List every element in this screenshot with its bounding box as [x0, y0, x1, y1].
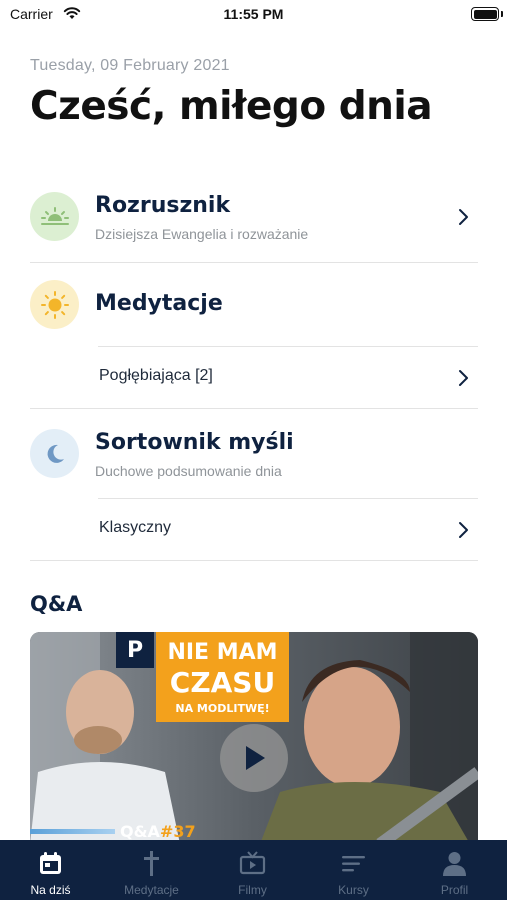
poglebiajaca-label: Pogłębiająca [2]	[99, 367, 213, 384]
tab-filmy[interactable]: Filmy	[202, 840, 303, 900]
battery-icon	[471, 7, 499, 21]
divider	[98, 346, 478, 347]
rozrusznik-title: Rozrusznik	[95, 193, 231, 218]
poglebiajaca-row[interactable]: Pogłębiająca [2]	[30, 360, 478, 394]
caption-accent-bar	[30, 829, 115, 834]
list-icon	[342, 856, 365, 872]
video-caption-number: #37	[159, 822, 196, 841]
moon-icon	[30, 429, 79, 478]
tab-label: Profil	[440, 883, 469, 897]
date-label: Tuesday, 09 February 2021	[30, 57, 230, 74]
video-caption: Q&A#37	[120, 822, 196, 841]
sortownik-title: Sortownik myśli	[95, 430, 294, 455]
calendar-icon	[40, 852, 61, 874]
person-icon	[443, 852, 466, 876]
tab-na-dzis[interactable]: Na dziś	[0, 840, 101, 900]
rozrusznik-subtitle: Dzisiejsza Ewangelia i rozważanie	[95, 226, 309, 242]
cross-icon	[144, 851, 159, 876]
sortownik-section: Sortownik myśli Duchowe podsumowanie dni…	[30, 429, 478, 485]
tab-label: Filmy	[238, 883, 267, 897]
divider	[30, 262, 478, 263]
play-button[interactable]	[220, 724, 288, 792]
chevron-right-icon	[459, 522, 468, 538]
divider	[98, 498, 478, 499]
medytacje-title: Medytacje	[95, 291, 223, 316]
qa-section-title: Q&A	[30, 592, 83, 616]
tab-label: Medytacje	[124, 883, 179, 897]
video-title-banner: NIE MAM CZASU NA MODLITWĘ!	[156, 632, 289, 722]
chevron-right-icon	[459, 370, 468, 386]
divider	[30, 408, 478, 409]
tab-profil[interactable]: Profil	[404, 840, 505, 900]
tab-label: Kursy	[338, 883, 369, 897]
klasyczny-row[interactable]: Klasyczny	[30, 512, 478, 546]
medytacje-section: Medytacje	[30, 280, 478, 332]
battery-cap	[501, 11, 503, 17]
tab-label: Na dziś	[30, 883, 71, 897]
divider	[30, 560, 478, 561]
banner-line-1: NIE MAM	[167, 640, 278, 665]
sun-icon	[30, 280, 79, 329]
brand-logo: P	[116, 632, 154, 668]
sortownik-subtitle: Duchowe podsumowanie dnia	[95, 463, 282, 479]
banner-line-3: NA MODLITWĘ!	[175, 702, 270, 715]
video-caption-text: Q&A	[120, 822, 160, 841]
tab-medytacje[interactable]: Medytacje	[101, 840, 202, 900]
video-thumbnail[interactable]: P NIE MAM CZASU NA MODLITWĘ! Q&A#37	[30, 632, 478, 844]
rozrusznik-row[interactable]: Rozrusznik Dzisiejsza Ewangelia i rozważ…	[30, 192, 478, 248]
status-bar: Carrier 11:55 PM	[0, 0, 507, 28]
chevron-right-icon	[459, 209, 468, 225]
clock: 11:55 PM	[223, 6, 284, 22]
banner-line-2: CZASU	[169, 666, 276, 699]
play-icon	[246, 746, 265, 770]
tab-kursy[interactable]: Kursy	[303, 840, 404, 900]
klasyczny-label: Klasyczny	[99, 519, 172, 536]
tab-bar: Na dziś Medytacje Filmy Kursy Profil	[0, 840, 507, 900]
page-title: Cześć, miłego dnia	[30, 84, 433, 129]
tv-icon	[239, 851, 266, 875]
sunrise-icon	[30, 192, 79, 241]
